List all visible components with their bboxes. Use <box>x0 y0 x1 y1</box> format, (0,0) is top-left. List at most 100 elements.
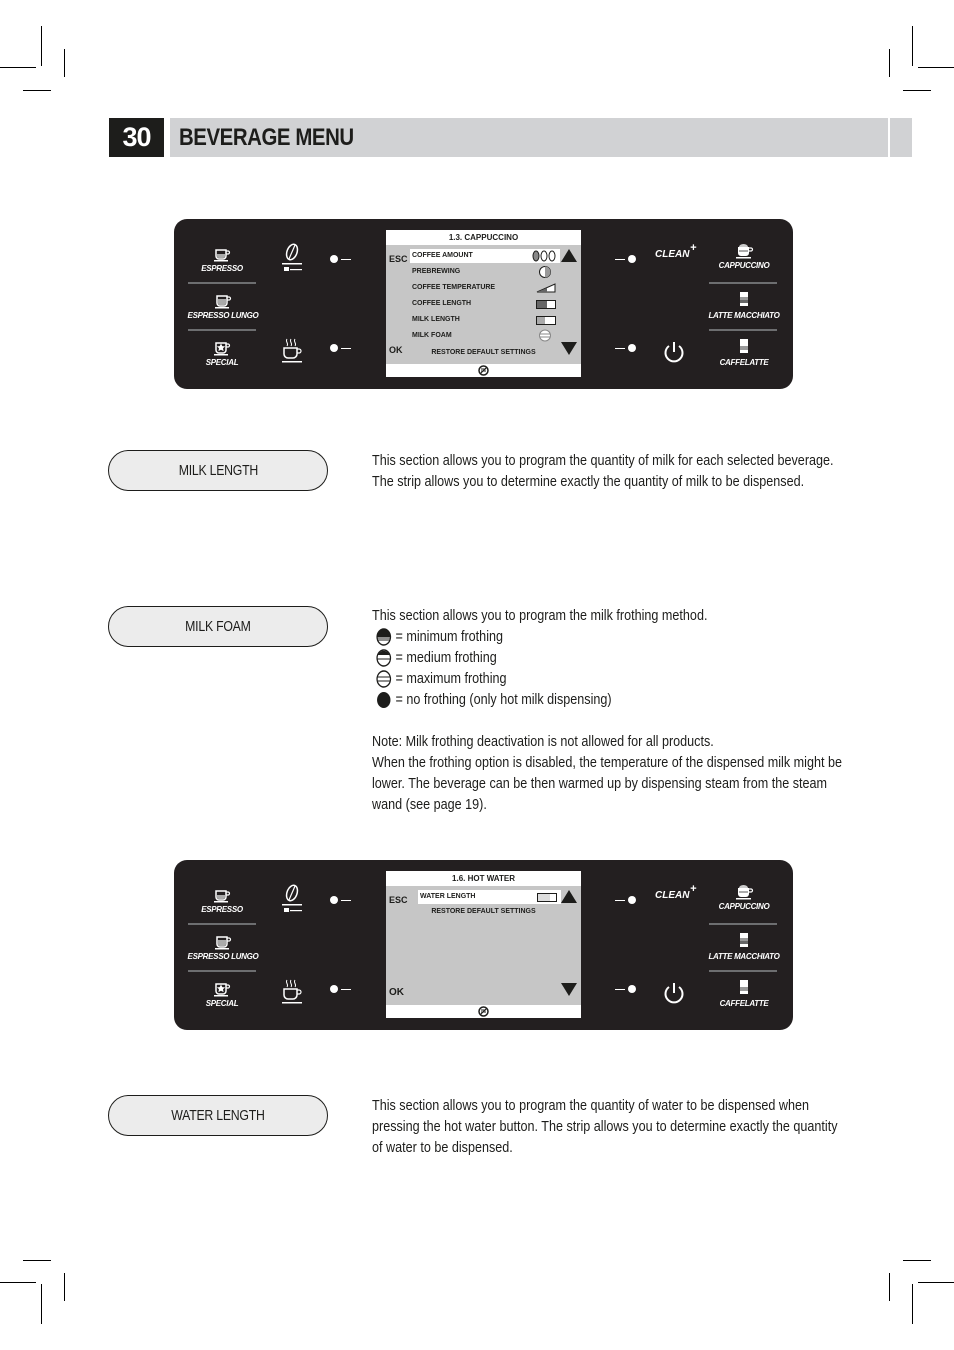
coffee-bean-icon[interactable] <box>280 884 304 918</box>
lungo-cup-icon <box>215 936 232 950</box>
espresso-lungo-button[interactable]: ESPRESSO LUNGO <box>184 934 262 961</box>
caffelatte-button[interactable]: CAFFELATTE <box>709 336 779 367</box>
espresso-button[interactable]: ESPRESSO <box>192 887 252 914</box>
esc-label[interactable]: ESC <box>389 895 408 905</box>
latte-glass-icon <box>740 292 748 306</box>
foam-minimum-icon <box>376 627 392 646</box>
clean-button[interactable]: CLEAN + <box>655 883 696 901</box>
milk-length-strip-icon <box>536 316 556 325</box>
latte-macchiato-label: LATTE MACCHIATO <box>708 311 780 320</box>
divider <box>709 329 777 331</box>
page-title: BEVERAGE MENU <box>179 124 354 151</box>
espresso-label: ESPRESSO <box>201 264 243 273</box>
esc-label[interactable]: ESC <box>389 254 408 264</box>
menu-item-milk-foam[interactable]: MILK FOAM <box>410 329 560 343</box>
divider <box>709 282 777 284</box>
note-detail: When the frothing option is disabled, th… <box>372 754 842 813</box>
milk-foam-description: This section allows you to program the m… <box>372 605 851 815</box>
crop-mark <box>889 1273 890 1301</box>
espresso-cup-icon <box>214 249 231 262</box>
latte-macchiato-button[interactable]: LATTE MACCHIATO <box>702 289 786 320</box>
power-icon[interactable] <box>662 981 686 1005</box>
coffee-amount-icon <box>532 250 556 262</box>
caffelatte-label: CAFFELATTE <box>719 358 769 367</box>
scroll-up-icon[interactable] <box>561 249 577 262</box>
crop-mark <box>918 1282 954 1283</box>
espresso-cup-icon <box>214 890 231 903</box>
crop-mark <box>0 67 36 68</box>
latte-macchiato-button[interactable]: LATTE MACCHIATO <box>702 930 786 961</box>
restore-defaults[interactable]: RESTORE DEFAULT SETTINGS <box>386 349 581 356</box>
caffelatte-label: CAFFELATTE <box>719 999 769 1008</box>
crop-mark <box>23 1260 51 1261</box>
clean-button[interactable]: CLEAN + <box>655 242 696 260</box>
crop-mark <box>23 90 51 91</box>
caffelatte-glass-icon <box>740 339 748 353</box>
control-panel-hot-water: ESPRESSO ESPRESSO LUNGO SPECIAL 1.6. HOT… <box>174 860 793 1030</box>
power-icon[interactable] <box>662 340 686 364</box>
water-length-strip-icon <box>537 893 557 902</box>
froth-option: = maximum frothing <box>372 668 851 689</box>
plus-icon: + <box>690 883 697 895</box>
foam-none-icon <box>377 691 391 708</box>
lungo-cup-icon <box>215 295 232 309</box>
froth-option: = no frothing (only hot milk dispensing) <box>372 689 851 710</box>
special-label: SPECIAL <box>205 358 239 367</box>
led-indicator <box>615 985 636 993</box>
foam-medium-icon <box>376 648 392 667</box>
ok-label[interactable]: OK <box>389 987 404 998</box>
divider <box>188 970 256 972</box>
plus-icon: + <box>690 242 697 254</box>
display-screen: 1.6. HOT WATER ESC WATER LENGTH RESTORE … <box>386 871 581 1018</box>
page-number: 30 <box>109 118 164 157</box>
led-indicator <box>330 896 351 904</box>
special-button[interactable]: SPECIAL <box>192 340 252 367</box>
cappuccino-label: CAPPUCCINO <box>718 902 770 911</box>
caffelatte-button[interactable]: CAFFELATTE <box>709 977 779 1008</box>
crop-mark <box>64 1273 65 1301</box>
crop-mark <box>0 1282 36 1283</box>
menu-item-coffee-length[interactable]: COFFEE LENGTH <box>410 297 560 311</box>
crop-mark <box>41 26 42 66</box>
special-button[interactable]: SPECIAL <box>192 981 252 1008</box>
screen-title: 1.3. CAPPUCCINO <box>386 230 581 245</box>
caffelatte-glass-icon <box>740 980 748 994</box>
menu-item-coffee-temperature[interactable]: COFFEE TEMPERATURE <box>410 281 560 295</box>
foam-maximum-icon <box>376 669 392 688</box>
section-label-milk-foam: MILK FOAM <box>108 606 328 647</box>
hot-water-icon[interactable] <box>280 337 304 365</box>
screen-title: 1.6. HOT WATER <box>386 871 581 886</box>
divider <box>188 329 256 331</box>
special-label: SPECIAL <box>205 999 239 1008</box>
crop-mark <box>912 1284 913 1324</box>
menu-item-water-length[interactable]: WATER LENGTH <box>418 890 561 904</box>
divider <box>188 282 256 284</box>
foam-maximum-icon <box>539 329 551 342</box>
clean-label: CLEAN <box>655 249 690 260</box>
coffee-length-strip-icon <box>536 300 556 309</box>
scroll-down-icon[interactable] <box>561 983 577 996</box>
espresso-button[interactable]: ESPRESSO <box>192 246 252 273</box>
menu-item-prebrewing[interactable]: PREBREWING <box>410 265 560 279</box>
section-label-water-length: WATER LENGTH <box>108 1095 328 1136</box>
menu-item-coffee-amount[interactable]: COFFEE AMOUNT <box>410 249 560 263</box>
led-indicator <box>330 344 351 352</box>
cappuccino-button[interactable]: CAPPUCCINO <box>709 243 779 270</box>
cappuccino-cup-icon <box>736 885 754 900</box>
latte-glass-icon <box>740 933 748 947</box>
special-cup-icon <box>214 342 231 356</box>
espresso-label: ESPRESSO <box>201 905 243 914</box>
crop-mark <box>903 1260 931 1261</box>
froth-option: = minimum frothing <box>372 626 851 647</box>
cappuccino-button[interactable]: CAPPUCCINO <box>709 884 779 911</box>
water-length-description: This section allows you to program the q… <box>372 1097 838 1156</box>
coffee-bean-icon[interactable] <box>280 243 304 277</box>
scroll-up-icon[interactable] <box>561 890 577 903</box>
menu-item-milk-length[interactable]: MILK LENGTH <box>410 313 560 327</box>
section-label-milk-length: MILK LENGTH <box>108 450 328 491</box>
restore-defaults[interactable]: RESTORE DEFAULT SETTINGS <box>386 908 581 915</box>
hot-water-icon[interactable] <box>280 978 304 1006</box>
divider <box>188 923 256 925</box>
led-indicator <box>615 896 636 904</box>
espresso-lungo-button[interactable]: ESPRESSO LUNGO <box>184 293 262 320</box>
